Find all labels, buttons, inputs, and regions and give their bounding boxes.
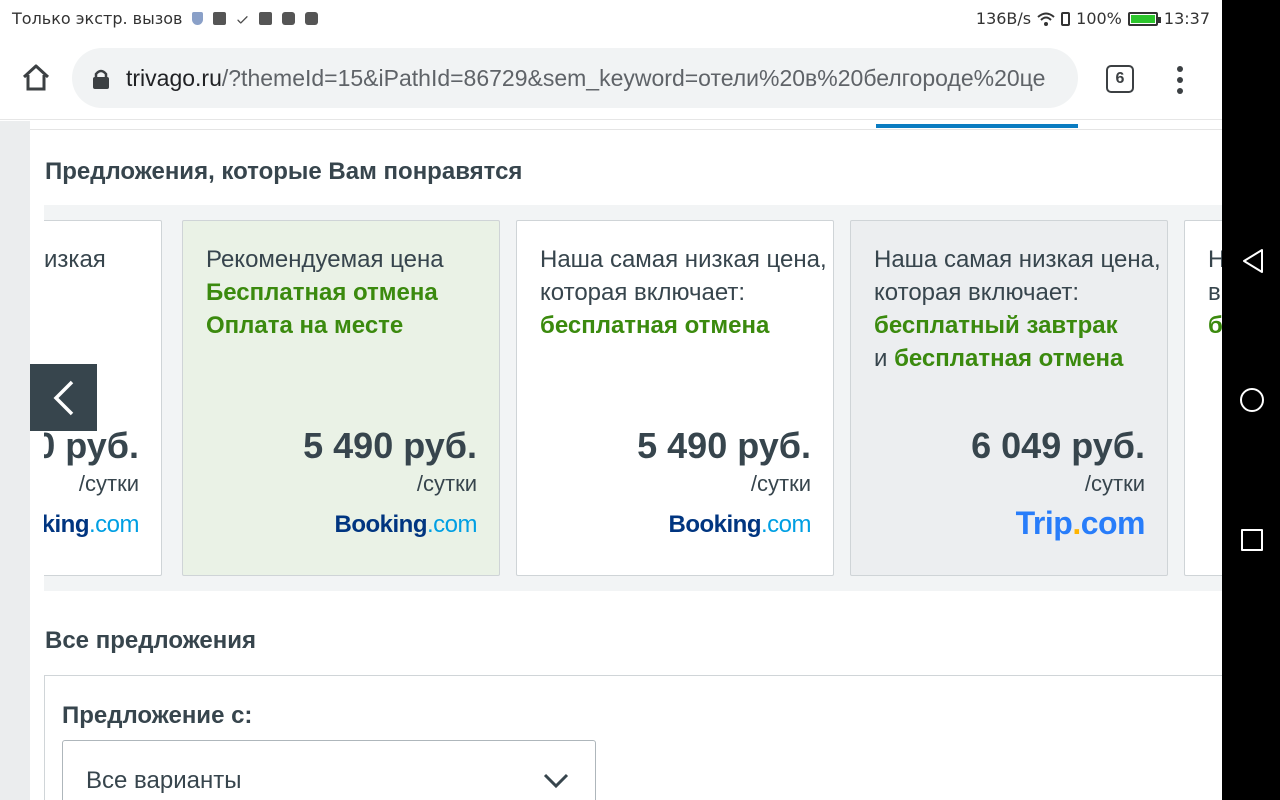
tab-switcher-button[interactable]: 6 bbox=[1106, 65, 1134, 93]
page-left-gutter bbox=[0, 121, 30, 800]
offer-per-night: /сутки bbox=[750, 471, 811, 496]
offer-badge: б bbox=[1208, 312, 1222, 339]
url-host: trivago.ru bbox=[126, 65, 222, 91]
home-button[interactable] bbox=[16, 58, 56, 98]
lock-icon bbox=[93, 69, 109, 89]
facebook-icon bbox=[213, 12, 227, 25]
recents-icon[interactable] bbox=[1241, 529, 1263, 551]
url-path: /?themeId=15&iPathId=86729&sem_keyword=о… bbox=[221, 65, 1046, 91]
filter-label: Предложение с: bbox=[62, 702, 253, 729]
active-tab-indicator bbox=[876, 124, 1078, 128]
offer-description: изкая bbox=[44, 246, 106, 273]
provider-select[interactable]: Все варианты bbox=[62, 740, 596, 800]
offer-description: Наша самая низкая цена, которая включает… bbox=[540, 246, 827, 306]
more-vert-icon[interactable] bbox=[1168, 64, 1192, 96]
clock: 13:37 bbox=[1163, 9, 1210, 28]
status-left: Только экстр. вызов bbox=[12, 9, 319, 28]
home-nav-icon[interactable] bbox=[1240, 388, 1264, 412]
wifi-icon bbox=[1037, 12, 1055, 26]
battery-percent: 100% bbox=[1076, 9, 1122, 28]
shield-icon bbox=[192, 12, 204, 25]
system-nav-bar bbox=[1222, 0, 1280, 800]
offer-description: Рекомендуемая цена bbox=[206, 246, 444, 273]
select-value: Все варианты bbox=[86, 767, 242, 794]
booking-logo: Booking.com bbox=[334, 511, 477, 538]
free-breakfast-badge: бесплатный завтрак bbox=[874, 312, 1118, 339]
offer-price: 5 490 руб. bbox=[637, 425, 811, 466]
offer-card-lowest[interactable]: Наша самая низкая цена, которая включает… bbox=[516, 220, 834, 576]
offers-filter: Предложение с: Все варианты bbox=[44, 675, 1222, 800]
address-bar[interactable]: trivago.ru/?themeId=15&iPathId=86729&sem… bbox=[72, 48, 1078, 108]
camera-icon bbox=[282, 12, 296, 25]
offer-per-night: /сутки bbox=[1084, 471, 1145, 496]
offer-card[interactable]: Н ц в б bbox=[1184, 220, 1222, 576]
offer-card-recommended[interactable]: Рекомендуемая цена Бесплатная отмена Опл… bbox=[182, 220, 500, 576]
battery-icon bbox=[1127, 11, 1161, 26]
status-right: 136B/s 100% 13:37 bbox=[976, 9, 1210, 28]
section-title: Предложения, которые Вам понравятся bbox=[45, 158, 523, 185]
carousel-prev-button[interactable] bbox=[30, 364, 97, 431]
alert-icon bbox=[1061, 11, 1071, 26]
trip-logo: Trip.com bbox=[1015, 505, 1146, 541]
offer-card-breakfast[interactable]: Наша самая низкая цена, которая включает… bbox=[850, 220, 1168, 576]
free-cancellation-badge: бесплатная отмена bbox=[540, 312, 770, 339]
divider bbox=[30, 129, 1222, 130]
offer-per-night: /сутки bbox=[78, 471, 139, 496]
chevron-down-icon bbox=[543, 773, 569, 789]
web-page: Предложения, которые Вам понравятся изка… bbox=[0, 121, 1222, 800]
offer-price: 6 049 руб. bbox=[971, 425, 1145, 466]
joiner-text: и bbox=[874, 345, 888, 372]
booking-logo: Booking.com bbox=[668, 511, 811, 538]
offer-per-night: /сутки bbox=[416, 471, 477, 496]
carrier-text: Только экстр. вызов bbox=[12, 9, 183, 28]
offer-description: Н ц в bbox=[1208, 246, 1222, 306]
back-icon[interactable] bbox=[1242, 248, 1264, 274]
status-bar: Только экстр. вызов 136B/s 100% 13:37 bbox=[0, 0, 1222, 38]
offers-panel: Предложения, которые Вам понравятся изка… bbox=[30, 121, 1222, 800]
chevron-left-icon bbox=[53, 380, 73, 415]
check-icon bbox=[237, 12, 249, 25]
url-text[interactable]: trivago.ru/?themeId=15&iPathId=86729&sem… bbox=[126, 65, 1045, 92]
all-offers-title: Все предложения bbox=[45, 627, 257, 654]
net-speed: 136B/s bbox=[975, 9, 1032, 28]
browser-toolbar: trivago.ru/?themeId=15&iPathId=86729&sem… bbox=[0, 38, 1222, 120]
offer-price: 5 490 руб. bbox=[303, 425, 477, 466]
booking-logo: king.com bbox=[44, 511, 140, 538]
home-icon bbox=[22, 64, 50, 91]
offers-carousel: изкая 0 руб. /сутки king.com Рекомендуем… bbox=[44, 205, 1222, 591]
offer-description: Наша самая низкая цена, которая включает… bbox=[874, 246, 1161, 306]
pay-at-property-badge: Оплата на месте bbox=[206, 312, 404, 339]
free-cancellation-badge: Бесплатная отмена bbox=[206, 279, 438, 306]
free-cancellation-badge: бесплатная отмена bbox=[894, 345, 1124, 372]
offer-price: 0 руб. bbox=[44, 425, 139, 466]
calendar-icon bbox=[259, 12, 273, 25]
add-icon bbox=[305, 12, 319, 25]
